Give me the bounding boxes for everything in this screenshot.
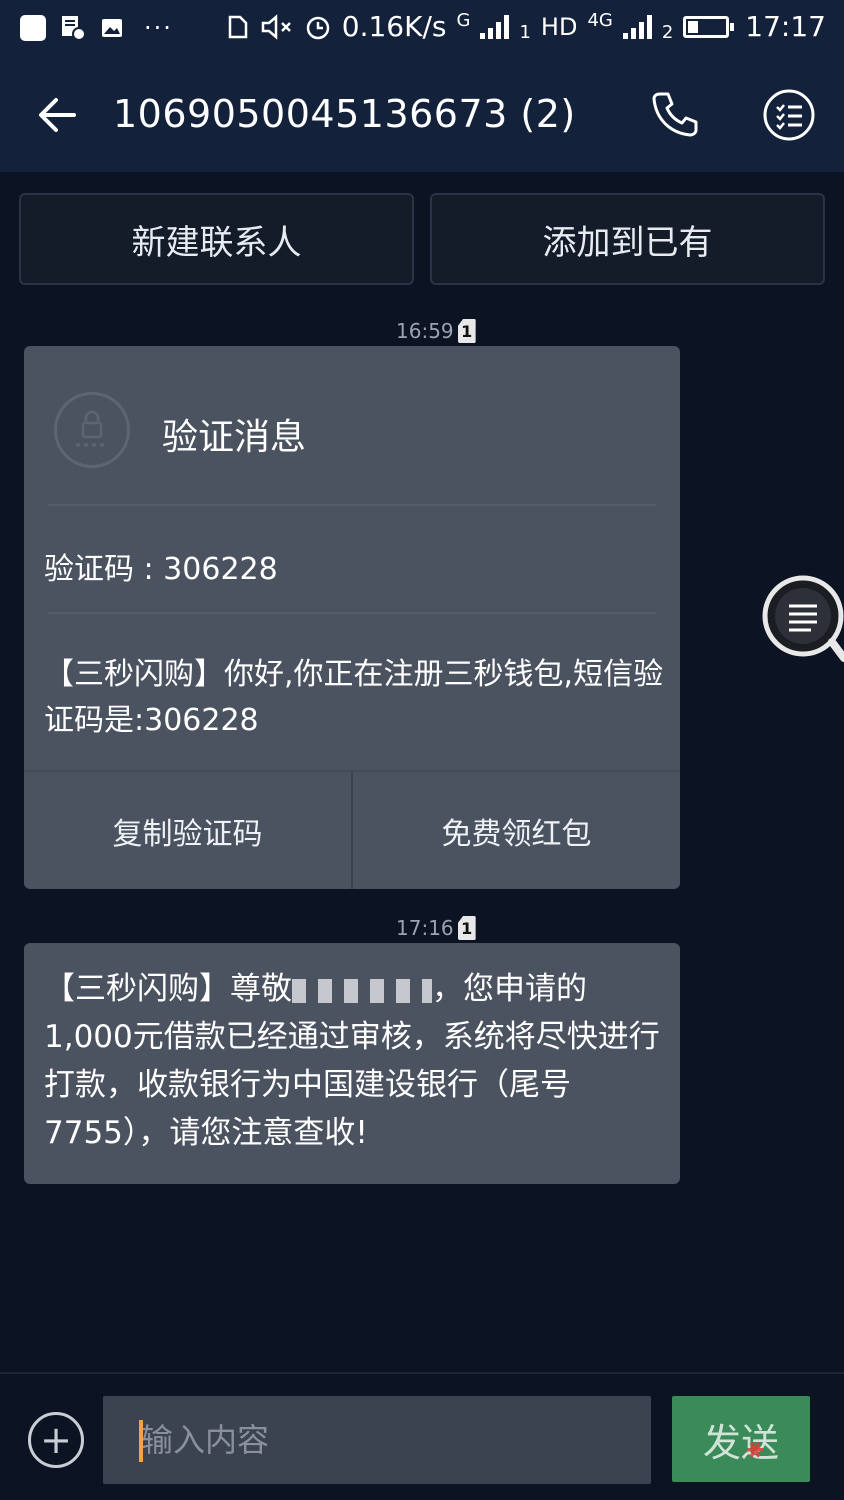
verification-code-line: 验证码 : 306228 (44, 552, 278, 587)
phone-icon[interactable] (648, 88, 702, 142)
back-arrow-icon[interactable] (34, 92, 80, 138)
battery-icon (683, 15, 735, 38)
message-text-part1: 【三秒闪购】尊敬 (44, 971, 292, 1007)
floating-search-icon[interactable] (758, 574, 844, 666)
notification-icon (20, 15, 46, 41)
top-bar: ··· 0.16K/s G 1 HD 4G 2 17:17 1069050045… (0, 0, 844, 172)
status-time: 17:17 (745, 10, 826, 43)
message-menu-icon[interactable] (762, 88, 816, 142)
sim-card-icon: 1 (457, 319, 476, 343)
network-speed: 0.16K/s (341, 10, 447, 43)
svg-text:✱: ✱ (742, 1436, 770, 1467)
hd-label: HD (540, 12, 578, 41)
message-notification-icon (62, 16, 86, 41)
message-time: 16:59 1 (396, 319, 476, 343)
app-bar: 1069050045136673 (2) (0, 62, 844, 172)
verification-message-card: 验证消息 验证码 : 306228 【三秒闪购】你好,你正在注册三秒钱包,短信验… (24, 346, 680, 889)
more-notifications: ··· (144, 14, 173, 42)
alarm-icon (306, 16, 330, 39)
divider (48, 612, 656, 614)
composer-bar: + 发送 (0, 1372, 844, 1500)
card-title: 验证消息 (162, 417, 307, 458)
image-notification-icon (102, 19, 122, 37)
redacted-name (292, 978, 432, 1003)
card-actions: 复制验证码 免费领红包 (24, 770, 680, 889)
signal-2-icon (622, 14, 652, 39)
lock-icon (54, 392, 130, 468)
message-text: 【三秒闪购】你好,你正在注册三秒钱包,短信验证码是:306228 (44, 657, 664, 738)
message-time-text: 17:16 (396, 916, 454, 940)
status-left: ··· (20, 14, 173, 42)
new-contact-button[interactable]: 新建联系人 (19, 193, 414, 285)
add-to-existing-button[interactable]: 添加到已有 (430, 193, 825, 285)
message-input-container (103, 1396, 651, 1484)
signal-1-icon (480, 14, 510, 39)
message-time: 17:16 1 (396, 916, 476, 940)
nfc-icon (228, 15, 248, 38)
loan-message-card: 【三秒闪购】尊敬 ，您申请的1,000元借款已经通过审核，系统将尽快进行打款，收款… (24, 943, 680, 1184)
message-input[interactable] (103, 1396, 651, 1484)
divider (48, 504, 656, 506)
sim-2-label: 2 (661, 22, 674, 43)
status-right: 0.16K/s G 1 HD 4G 2 17:17 (224, 10, 826, 43)
network-type-1: G (456, 10, 471, 31)
text-caret (139, 1420, 143, 1462)
conversation-title: 1069050045136673 (2) (113, 92, 576, 136)
copy-code-button[interactable]: 复制验证码 (24, 772, 351, 889)
mute-icon (261, 13, 291, 40)
network-type-2: 4G (587, 10, 613, 31)
message-text: 【三秒闪购】尊敬 ，您申请的1,000元借款已经通过审核，系统将尽快进行打款，收款… (44, 965, 668, 1157)
status-bar: ··· 0.16K/s G 1 HD 4G 2 17:17 (0, 0, 844, 58)
add-attachment-icon[interactable]: + (28, 1412, 84, 1468)
sim-card-icon: 1 (457, 916, 476, 940)
sim-1-label: 1 (519, 22, 531, 43)
message-time-text: 16:59 (396, 319, 454, 343)
free-red-packet-button[interactable]: 免费领红包 (351, 772, 680, 889)
